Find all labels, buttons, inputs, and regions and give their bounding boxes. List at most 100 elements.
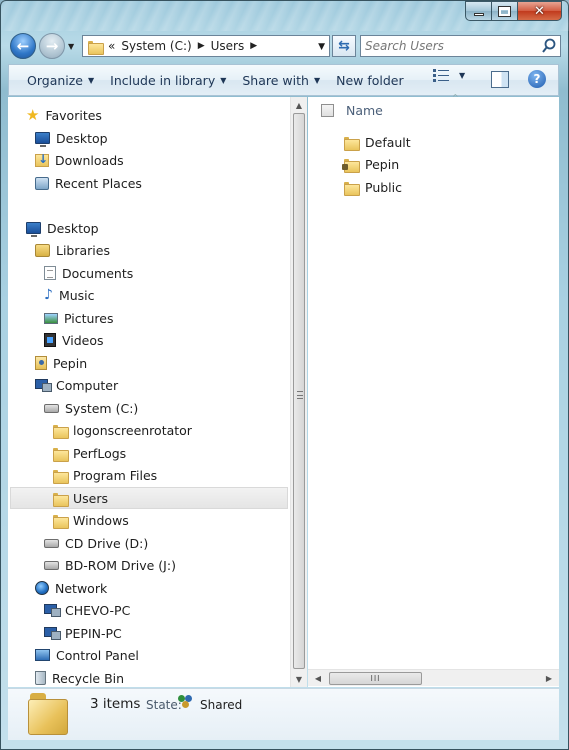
breadcrumb-separator-icon[interactable]: ▶ <box>250 41 257 51</box>
tree-item-libraries[interactable]: Libraries <box>35 239 110 261</box>
locked-folder-icon <box>342 158 360 173</box>
chevron-down-icon: ▼ <box>313 75 321 85</box>
tree-item-desktop[interactable]: Desktop <box>26 217 99 239</box>
preview-pane-button[interactable] <box>491 71 509 88</box>
minimize-button[interactable] <box>465 1 492 21</box>
back-button[interactable]: ← <box>10 33 36 59</box>
scroll-up-icon[interactable]: ▲ <box>291 97 307 113</box>
address-bar[interactable]: « System (C:) ▶ Users ▶ ▼ <box>82 35 330 57</box>
tree-item-desktop-favorite[interactable]: Desktop <box>35 127 108 149</box>
folder-icon <box>28 691 68 735</box>
tree-label: Windows <box>73 512 129 528</box>
search-icon[interactable] <box>542 38 556 54</box>
tree-item-pepin[interactable]: Pepin <box>35 352 87 374</box>
list-item[interactable]: Default <box>344 131 411 153</box>
tree-item-control-panel[interactable]: Control Panel <box>35 644 139 666</box>
tree-item-program-files[interactable]: Program Files <box>53 464 157 486</box>
item-name: Default <box>365 134 411 150</box>
address-dropdown-icon[interactable]: ▼ <box>318 42 325 52</box>
tree-label: Downloads <box>55 152 124 168</box>
share-label: Share with <box>242 72 309 88</box>
tree-item-pictures[interactable]: Pictures <box>44 307 114 329</box>
list-item[interactable]: Public <box>344 176 402 198</box>
help-icon: ? <box>533 72 541 86</box>
tree-label: Videos <box>62 332 104 348</box>
file-list-horizontal-scrollbar[interactable]: ◀ III ▶ <box>308 669 559 686</box>
tree-item-bd-rom[interactable]: BD-ROM Drive (J:) <box>44 554 176 576</box>
hard-drive-icon <box>44 403 59 413</box>
breadcrumb-users[interactable]: Users <box>211 39 245 53</box>
close-icon: ✕ <box>534 3 545 19</box>
file-list: Name ^ Default Pepin Public <box>308 93 559 687</box>
column-header: Name ^ <box>308 93 559 125</box>
tree-item-music[interactable]: ♪ Music <box>44 284 95 306</box>
column-name-header[interactable]: Name <box>346 103 383 118</box>
tree-item-recent-places[interactable]: Recent Places <box>35 172 142 194</box>
documents-icon <box>44 266 56 280</box>
tree-label: CHEVO-PC <box>65 602 131 618</box>
refresh-button[interactable]: ⇆ <box>332 35 356 57</box>
chevron-down-icon: ▼ <box>88 75 95 85</box>
organize-menu[interactable]: Organize ▼ <box>19 68 102 92</box>
tree-label: Recent Places <box>55 175 142 191</box>
tree-item-documents[interactable]: Documents <box>44 262 133 284</box>
include-in-library-menu[interactable]: Include in library ▼ <box>102 68 234 92</box>
list-item[interactable]: Pepin <box>342 153 399 175</box>
tree-item-pepin-pc[interactable]: PEPIN-PC <box>44 622 122 644</box>
tree-item-videos[interactable]: Videos <box>44 329 104 351</box>
folder-icon <box>344 181 360 196</box>
network-computer-icon <box>44 627 61 640</box>
tree-label: logonscreenrotator <box>73 422 192 438</box>
breadcrumb-system-c[interactable]: System (C:) <box>121 39 191 53</box>
maximize-button[interactable] <box>492 1 518 21</box>
new-folder-label: New folder <box>336 72 404 88</box>
tree-item-windows[interactable]: Windows <box>53 509 129 531</box>
close-button[interactable]: ✕ <box>518 1 562 21</box>
tree-label: Control Panel <box>56 647 139 663</box>
folder-icon <box>53 424 69 439</box>
search-box[interactable] <box>360 35 561 57</box>
tree-item-logonscreenrotator[interactable]: logonscreenrotator <box>53 419 192 441</box>
folder-icon <box>53 514 69 529</box>
tree-item-perflogs[interactable]: PerfLogs <box>53 442 126 464</box>
tree-label: Desktop <box>47 220 99 236</box>
change-view-button[interactable]: ▼ <box>433 69 465 82</box>
scroll-right-icon[interactable]: ▶ <box>541 670 557 687</box>
tree-item-users[interactable]: Users <box>53 487 108 509</box>
tree-item-computer[interactable]: Computer <box>35 374 118 396</box>
tree-item-chevo-pc[interactable]: CHEVO-PC <box>44 599 130 621</box>
navigation-pane-scrollbar[interactable]: ▲ ▼ <box>290 97 307 687</box>
forward-arrow-icon: → <box>45 37 59 55</box>
scrollbar-thumb[interactable] <box>293 113 305 669</box>
videos-icon <box>44 333 56 347</box>
share-with-menu[interactable]: Share with ▼ <box>234 68 328 92</box>
search-input[interactable] <box>365 36 535 56</box>
scroll-left-icon[interactable]: ◀ <box>310 670 326 687</box>
tree-item-downloads[interactable]: Downloads <box>35 149 124 171</box>
tree-label: Favorites <box>45 107 102 123</box>
breadcrumb-separator-icon[interactable]: ▶ <box>198 41 205 51</box>
folder-icon <box>53 469 69 484</box>
tree-item-recycle-bin[interactable]: Recycle Bin <box>35 667 124 689</box>
tree-item-favorites[interactable]: ★ Favorites <box>26 104 102 126</box>
help-button[interactable]: ? <box>528 70 546 88</box>
tree-item-network[interactable]: Network <box>35 577 107 599</box>
select-all-checkbox[interactable] <box>321 104 334 117</box>
scrollbar-thumb[interactable]: III <box>329 672 422 685</box>
address-overflow[interactable]: « <box>108 39 115 53</box>
forward-button[interactable]: → <box>39 33 65 59</box>
chevron-down-icon: ▼ <box>220 75 227 85</box>
tree-label: CD Drive (D:) <box>65 535 149 551</box>
folder-icon <box>344 136 360 151</box>
tree-label: Music <box>58 287 95 303</box>
details-pane: 3 items State: Shared <box>8 688 559 740</box>
new-folder-button[interactable]: New folder <box>328 68 412 92</box>
tree-item-cd-drive[interactable]: CD Drive (D:) <box>44 532 148 554</box>
bd-rom-drive-icon <box>44 560 59 570</box>
user-folder-icon <box>35 356 47 370</box>
scroll-down-icon[interactable]: ▼ <box>291 671 307 687</box>
tree-item-system-c[interactable]: System (C:) <box>44 397 138 419</box>
recycle-bin-icon <box>35 671 46 685</box>
folder-icon <box>53 447 69 462</box>
recent-pages-dropdown[interactable]: ▼ <box>68 42 74 51</box>
